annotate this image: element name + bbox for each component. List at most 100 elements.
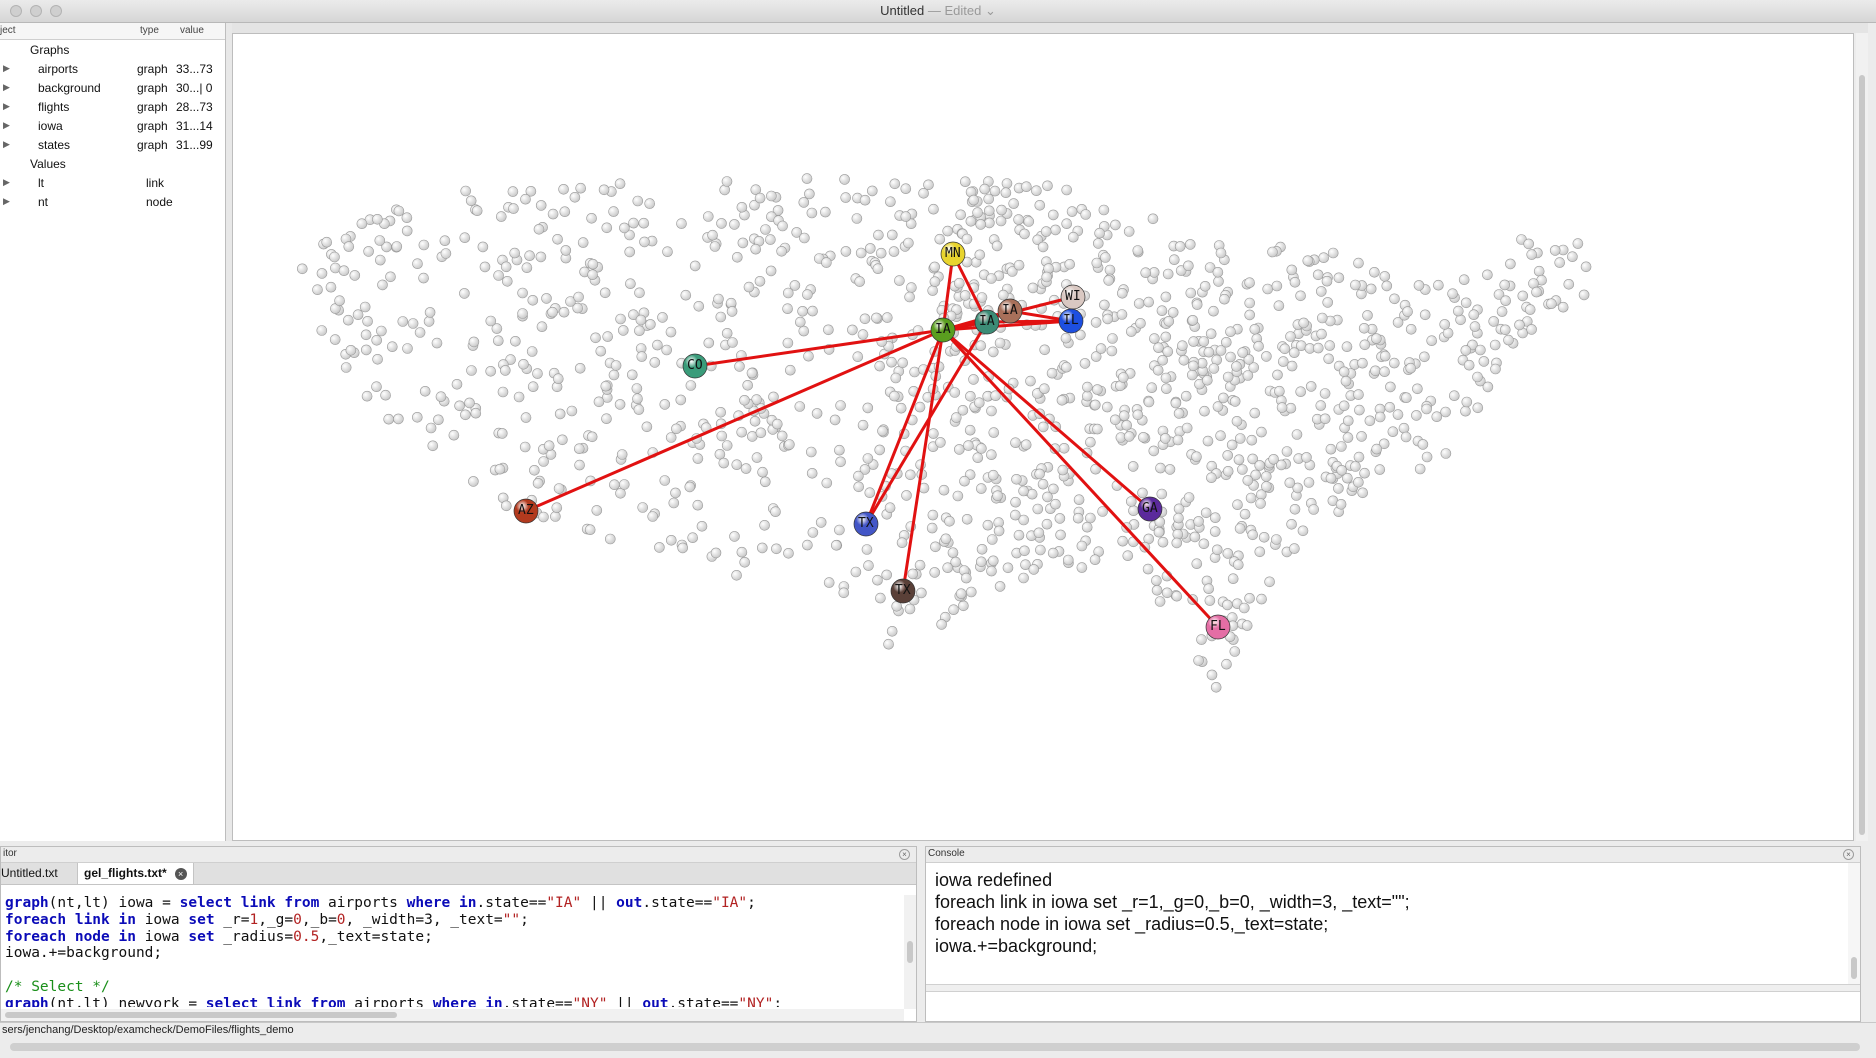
console-output: iowa redefined foreach link in iowa set _… [935, 869, 1835, 957]
airport-node [519, 441, 531, 453]
airport-node [757, 466, 768, 478]
object-row-values[interactable]: Values [0, 154, 225, 173]
airport-node [600, 380, 612, 392]
airport-node [715, 311, 727, 323]
airport-node [1271, 534, 1282, 545]
airport-node [1090, 317, 1102, 328]
airport-node [1231, 415, 1243, 427]
console-divider-handle[interactable] [926, 984, 1860, 992]
airport-node [1157, 536, 1169, 548]
object-row-flights[interactable]: ▶ flights graph 28...73 [0, 97, 225, 116]
object-row-airports[interactable]: ▶ airports graph 33...73 [0, 59, 225, 78]
column-header-value[interactable]: value [180, 25, 204, 36]
code-token: airports [319, 895, 407, 911]
object-row-lt[interactable]: ▶ lt link [0, 173, 225, 192]
airport-node [1262, 283, 1273, 295]
disclosure-triangle-icon[interactable]: ▶ [3, 63, 10, 74]
airport-node [759, 519, 770, 531]
airport-node [1400, 431, 1412, 443]
tab-untitled[interactable]: Untitled.txt [1, 863, 64, 884]
airport-node [1342, 432, 1354, 443]
object-row-background[interactable]: ▶ background graph 30...| 0 [0, 78, 225, 97]
edited-status[interactable]: Edited [944, 3, 981, 18]
airport-node [1191, 299, 1203, 310]
code-token: "NY" [572, 995, 608, 1007]
code-token: select [205, 995, 259, 1007]
object-tree: Graphs ▶ airports graph 33...73 ▶ background gr… [0, 40, 225, 211]
object-row-states[interactable]: ▶ states graph 31...99 [0, 135, 225, 154]
column-header-object[interactable]: ject [0, 25, 16, 36]
column-header-type[interactable]: type [140, 25, 159, 36]
code-token: , _width=3, _text= [345, 911, 503, 928]
airport-node [559, 206, 571, 217]
tab-close-icon[interactable]: × [174, 867, 187, 880]
airport-node [811, 408, 823, 419]
editor-close-icon[interactable]: × [899, 849, 910, 860]
object-row-graphs[interactable]: Graphs [0, 40, 225, 59]
disclosure-triangle-icon[interactable]: ▶ [3, 177, 10, 188]
airport-node [529, 464, 540, 476]
airport-node [345, 344, 357, 356]
editor-horizontal-scrollbar[interactable] [1, 1009, 904, 1021]
airport-node [1161, 587, 1173, 599]
tab-gel-flights[interactable]: gel_flights.txt* × [77, 863, 194, 884]
editor-vertical-scrollbar[interactable] [904, 895, 916, 1009]
airport-node [1426, 335, 1437, 347]
disclosure-triangle-icon[interactable]: ▶ [3, 82, 10, 93]
airport-node [756, 542, 768, 554]
airport-node [1278, 356, 1289, 367]
airport-node [1222, 548, 1234, 559]
flight-link[interactable] [986, 319, 1072, 324]
code-token: foreach [5, 911, 67, 928]
code-editor[interactable]: graph(nt,lt) iowa = select link from air… [5, 895, 900, 1007]
airport-node [964, 424, 976, 436]
airport-node [1180, 390, 1192, 402]
disclosure-triangle-icon[interactable]: ▶ [3, 120, 10, 131]
disclosure-triangle-icon[interactable]: ▶ [3, 101, 10, 112]
scroll-thumb[interactable] [5, 1012, 397, 1018]
scroll-thumb[interactable] [1859, 75, 1865, 835]
airport-node [1019, 545, 1030, 557]
airport-node [634, 325, 645, 337]
window-horizontal-scrollbar[interactable] [10, 1043, 1860, 1051]
console-vertical-scrollbar[interactable] [1848, 863, 1860, 984]
airport-node [1321, 275, 1333, 287]
console-close-icon[interactable]: × [1843, 849, 1854, 860]
graph-visualization[interactable]: IA MN IA IA WI IL CO AZ TX TX GA FL [233, 34, 1853, 840]
airport-node [684, 481, 696, 493]
airport-node [593, 396, 605, 408]
airport-node [1050, 224, 1061, 236]
scroll-thumb[interactable] [907, 941, 913, 963]
canvas-vertical-scrollbar[interactable] [1856, 33, 1868, 841]
graph-canvas[interactable]: IA MN IA IA WI IL CO AZ TX TX GA FL [232, 33, 1854, 841]
disclosure-triangle-icon[interactable]: ▶ [3, 139, 10, 150]
airport-node [1091, 257, 1103, 269]
object-row-nt[interactable]: ▶ nt node [0, 192, 225, 211]
console-pane: Console × iowa redefined foreach link in … [925, 846, 1861, 1022]
airport-node [1198, 538, 1210, 550]
airport-node [742, 379, 754, 391]
airport-node [975, 483, 987, 494]
airport-node [1213, 276, 1224, 287]
airport-node [316, 325, 328, 336]
airport-node [960, 572, 972, 584]
code-token: /* Select */ [5, 978, 110, 995]
airport-node [517, 308, 528, 319]
disclosure-triangle-icon[interactable]: ▶ [3, 196, 10, 207]
airport-node [938, 484, 950, 496]
airport-node [1546, 298, 1557, 310]
object-row-iowa[interactable]: ▶ iowa graph 31...14 [0, 116, 225, 135]
airport-node [1254, 546, 1266, 558]
airport-node [1289, 503, 1301, 515]
airport-node [1103, 275, 1115, 286]
airport-node [1221, 658, 1232, 670]
airport-node [1215, 247, 1227, 259]
airport-node [1092, 423, 1103, 435]
airport-node [975, 556, 987, 568]
airport-node [1206, 472, 1217, 484]
chevron-down-icon[interactable]: ⌄ [985, 3, 996, 18]
airport-node [885, 196, 896, 207]
airport-node [851, 213, 863, 224]
console-input[interactable] [926, 992, 1860, 1021]
scroll-thumb[interactable] [1851, 957, 1857, 979]
